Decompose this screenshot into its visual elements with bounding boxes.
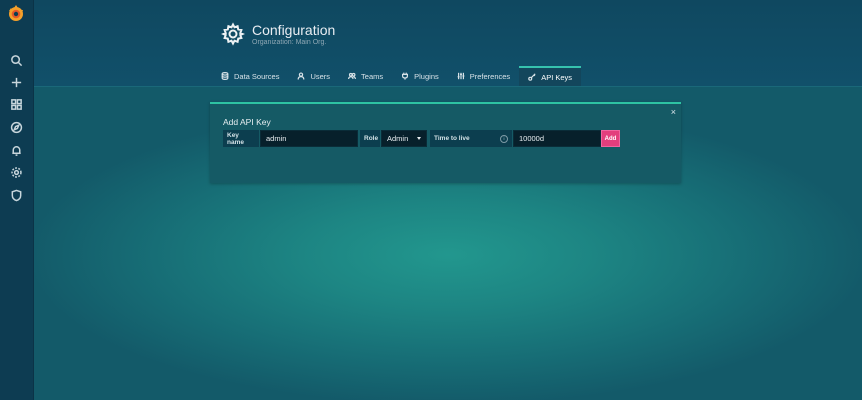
page-title: Configuration [252,22,336,38]
configuration-gear-icon [220,22,246,46]
role-label: Role [360,130,380,147]
tab-label: API Keys [541,72,573,82]
key-name-input[interactable]: admin [260,130,358,147]
tab-label: Data Sources [234,71,280,81]
sliders-icon [457,72,465,80]
ttl-label: Time to live [434,135,470,142]
tab-preferences[interactable]: Preferences [448,66,519,86]
key-icon [528,73,536,81]
role-select[interactable]: Admin [381,130,427,147]
sidebar [0,0,34,400]
key-name-label: Key name [223,130,259,147]
tab-users[interactable]: Users [288,66,339,86]
chevron-down-icon [417,137,421,140]
gear-icon[interactable] [8,164,24,180]
config-tabs: Data Sources Users Teams Plugins Prefere… [212,66,582,86]
add-api-key-form: Key name admin Role Admin Time to live i… [223,130,620,147]
explore-icon[interactable] [8,119,24,135]
page-subtitle: Organization: Main Org. [252,39,327,46]
tab-plugins[interactable]: Plugins [392,66,448,86]
info-icon[interactable]: i [500,134,508,143]
database-icon [221,72,229,80]
user-icon [298,72,305,80]
ttl-input[interactable]: 10000d [513,130,601,147]
tab-label: Users [310,71,331,81]
role-select-value: Admin [387,134,409,143]
add-button[interactable]: Add [601,130,620,147]
plus-icon[interactable] [8,74,24,90]
tab-api-keys[interactable]: API Keys [519,66,582,86]
users-icon [348,72,357,80]
tab-label: Preferences [469,71,511,81]
tab-data-sources[interactable]: Data Sources [212,66,288,86]
dashboards-icon[interactable] [8,96,24,112]
plug-icon [402,72,409,80]
tab-label: Teams [361,71,384,81]
shield-icon[interactable] [8,187,24,203]
ttl-label-group: Time to live i [430,130,512,147]
grafana-logo[interactable] [6,4,26,24]
tab-teams[interactable]: Teams [339,66,392,86]
add-api-key-panel: × Add API Key Key name admin Role Admin … [210,102,681,183]
alerting-icon[interactable] [8,142,24,158]
tab-label: Plugins [414,71,439,81]
panel-heading: Add API Key [223,117,271,127]
page-header: Configuration Organization: Main Org. Da… [34,0,862,87]
search-icon[interactable] [8,52,24,68]
close-icon[interactable]: × [671,107,676,117]
